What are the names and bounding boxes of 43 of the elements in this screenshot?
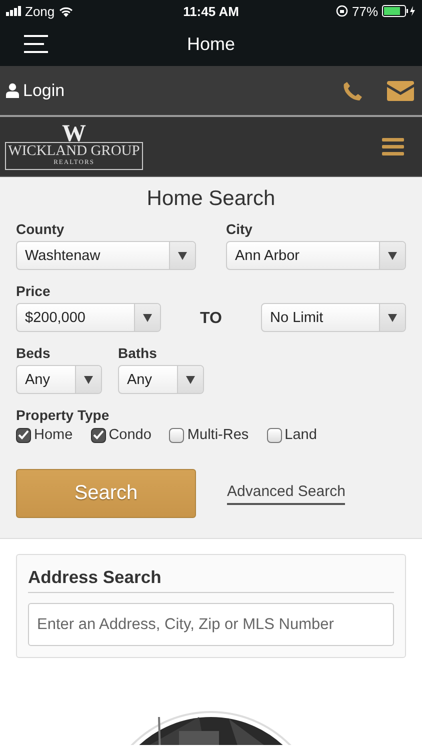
dropdown-arrow-icon [186,376,195,384]
field-label: Baths [118,345,157,361]
battery-charging-icon [382,5,416,17]
select-field[interactable]: Ann Arbor [226,241,406,270]
checkbox[interactable] [90,428,106,442]
rotation-lock-icon [336,5,348,17]
select-field[interactable]: Any [16,365,102,394]
phone-icon[interactable] [343,80,363,100]
nav-title: Home [186,34,235,54]
checkbox[interactable] [266,428,282,442]
field-label: Price [16,283,50,299]
checkbox-option[interactable]: Land [266,427,317,443]
checkbox[interactable] [169,428,184,442]
user-icon [6,83,19,98]
checkbox-option[interactable]: Home [16,427,73,443]
dropdown-arrow-icon [143,314,152,322]
checkbox-option[interactable]: Multi-Res [169,427,249,443]
status-time: 11:45 AM [183,4,239,18]
select-field[interactable]: Washtenaw [16,241,196,270]
advanced-search-link[interactable]: Advanced Search [227,482,346,504]
select-field[interactable]: $200,000 [16,303,161,332]
card-title: Address Search [28,567,394,593]
carrier-name: Zong [25,4,55,18]
dropdown-arrow-icon [388,252,397,260]
signal-icon [6,6,21,16]
field-label: City [226,221,252,237]
dropdown-arrow-icon [388,314,397,322]
dropdown-arrow-icon [178,252,187,260]
address-input-field[interactable]: Enter an Address, City, Zip or MLS Number [28,603,394,646]
checkbox[interactable] [16,428,31,442]
field-label: Property Type [16,407,110,423]
dropdown-arrow-icon [84,376,93,384]
email-icon[interactable] [387,80,414,100]
field-label: County [16,221,64,237]
select-field[interactable]: No Limit [261,303,406,332]
wifi-icon [58,6,73,16]
section-title: Home Search [146,187,276,211]
checkbox-option[interactable]: Condo [90,427,152,443]
range-separator: TO [199,310,223,328]
menu-icon[interactable] [24,35,48,53]
battery-percent: 77% [352,4,378,18]
select-field[interactable]: Any [118,365,204,394]
field-label: Beds [16,345,50,361]
